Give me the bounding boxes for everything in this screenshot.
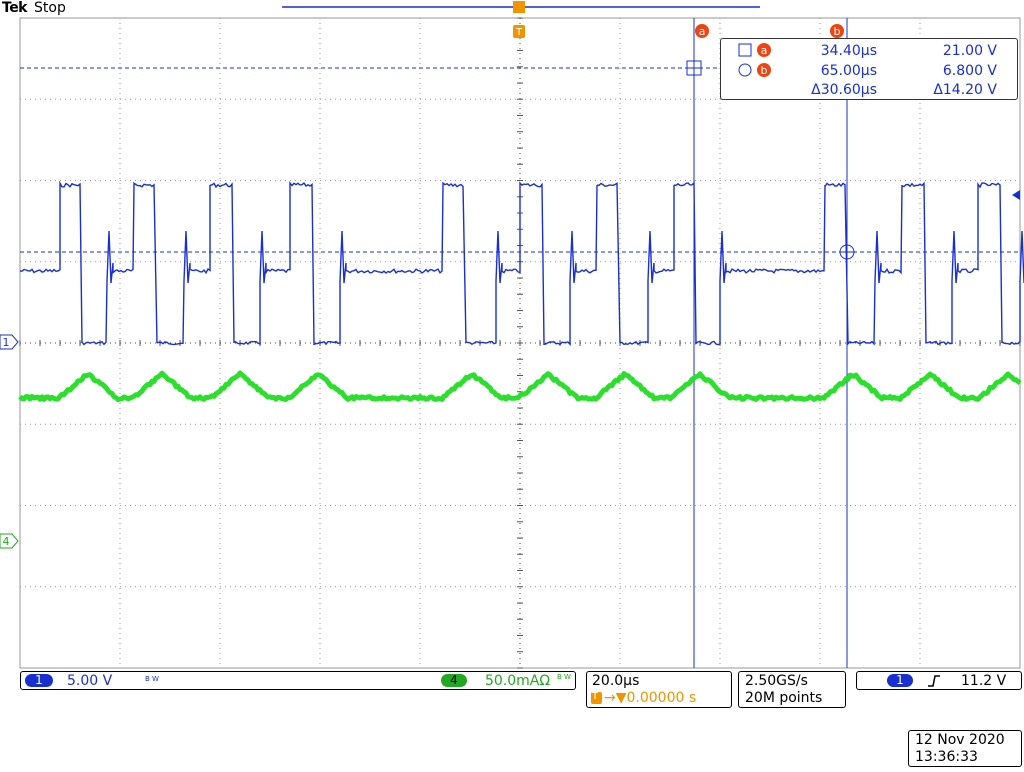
channel-scale-bar[interactable]: 1 5.00 V B W 4 50.0mAΩ B W bbox=[20, 671, 576, 690]
cursor-b-time: 65.00µs bbox=[781, 62, 877, 80]
ch4-badge[interactable]: 4 bbox=[441, 674, 467, 687]
cursor-a-badge-label: a bbox=[699, 25, 706, 38]
trigger-marker-label: T bbox=[515, 27, 523, 38]
acquisition-state: Stop bbox=[34, 0, 66, 16]
svg-text:b: b bbox=[761, 64, 768, 77]
trigger-position[interactable]: →▼0.00000 s bbox=[604, 690, 696, 706]
cursor-b-voltage: 6.800 V bbox=[901, 62, 997, 80]
trigger-source-badge[interactable]: 1 bbox=[887, 674, 913, 687]
rising-edge-icon bbox=[927, 674, 941, 688]
timebase-panel[interactable]: 20.0µs T →▼0.00000 s bbox=[586, 671, 732, 708]
ch1-bandwidth-limit-icon: B W bbox=[145, 675, 159, 683]
ch1-badge[interactable]: 1 bbox=[25, 674, 53, 687]
ch1-scale[interactable]: 5.00 V bbox=[67, 673, 112, 689]
cursor-a-badge[interactable]: a bbox=[695, 24, 709, 38]
ch4-scale[interactable]: 50.0mAΩ bbox=[485, 673, 550, 689]
tek-logo: Tek bbox=[2, 0, 27, 16]
ch4-waveform bbox=[20, 373, 1020, 400]
ch4-bandwidth-limit-icon: B W bbox=[557, 673, 571, 681]
record-length[interactable]: 20M points bbox=[745, 690, 822, 706]
datetime-panel: 12 Nov 2020 13:36:33 bbox=[908, 730, 1022, 767]
cursor-a-voltage: 21.00 V bbox=[901, 42, 997, 60]
ch1-ground-marker[interactable]: 1 bbox=[0, 335, 18, 349]
trigger-panel[interactable]: 1 11.2 V bbox=[856, 671, 1022, 690]
cursor-a-time: 34.40µs bbox=[781, 42, 877, 60]
oscilloscope-screen: T a b 1 4 Tek Stop a 34.40µs 21.00 V b 6… bbox=[0, 0, 1024, 768]
ch4-ground-marker[interactable]: 4 bbox=[0, 534, 18, 548]
svg-text:a: a bbox=[761, 44, 768, 57]
waveform-display: T a b 1 4 bbox=[0, 0, 1024, 768]
cursor-a-square-icon: a bbox=[737, 42, 773, 60]
cursor-a-crosshair-icon bbox=[687, 61, 701, 75]
trigger-level-arrow-icon[interactable] bbox=[1012, 190, 1020, 200]
ch1-waveform bbox=[20, 183, 1024, 345]
cursor-b-badge[interactable]: b bbox=[830, 24, 844, 38]
cursor-b-circle-icon: b bbox=[737, 62, 773, 80]
trigger-t-icon: T bbox=[591, 692, 602, 704]
ch4-ground-label: 4 bbox=[3, 535, 10, 548]
cursor-delta-voltage: Δ14.20 V bbox=[891, 81, 997, 99]
cursor-b-badge-label: b bbox=[834, 25, 841, 38]
cursor-delta-time: Δ30.60µs bbox=[771, 81, 877, 99]
time: 13:36:33 bbox=[915, 749, 978, 765]
ch1-ground-label: 1 bbox=[3, 336, 10, 349]
trigger-level[interactable]: 11.2 V bbox=[961, 673, 1006, 689]
sample-rate: 2.50GS/s bbox=[745, 673, 808, 689]
horizontal-scale[interactable]: 20.0µs bbox=[592, 673, 639, 689]
cursor-readout-panel: a 34.40µs 21.00 V b 65.00µs 6.800 V Δ30.… bbox=[720, 38, 1018, 100]
acquisition-panel[interactable]: 2.50GS/s 20M points bbox=[738, 671, 846, 708]
trigger-position-marker[interactable]: T bbox=[513, 1, 525, 38]
date: 12 Nov 2020 bbox=[915, 732, 1005, 748]
